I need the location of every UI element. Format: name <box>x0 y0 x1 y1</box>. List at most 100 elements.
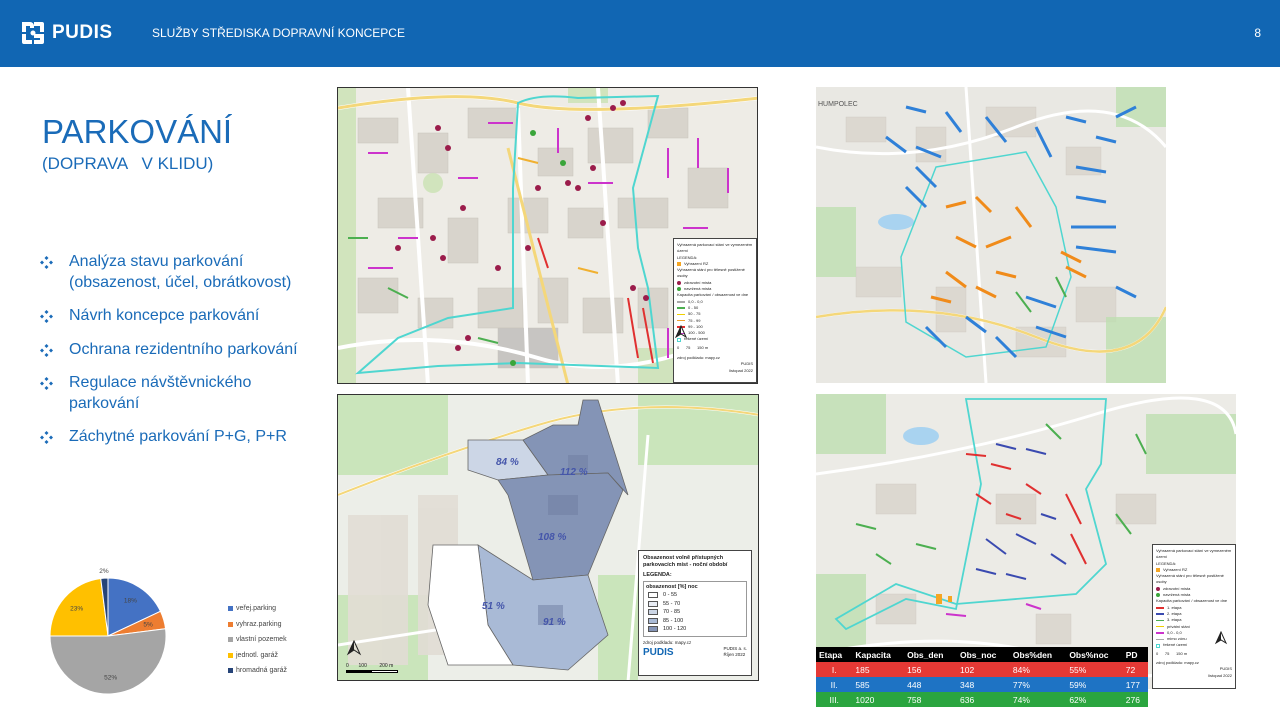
parking-map-stages: Vyhrazená parkovací stání ve vymezeném ú… <box>816 394 1236 689</box>
pie-legend-item: veřej.parking <box>228 601 287 617</box>
legend-swatch <box>228 621 233 627</box>
table-cell: 84% <box>1009 662 1067 677</box>
table-cell: 74% <box>1009 692 1067 707</box>
table-cell: 348 <box>957 677 1010 692</box>
diamond-bullet-icon <box>40 343 53 357</box>
table-cell: III. <box>816 692 853 707</box>
occupancy-label: 91 % <box>543 617 566 628</box>
table-cell: 276 <box>1122 692 1148 707</box>
legend-label: veřej.parking <box>236 605 277 613</box>
legend-date: listopad 2022 <box>729 367 753 373</box>
header-title: SLUŽBY STŘEDISKA DOPRAVNÍ KONCEPCE <box>152 26 405 40</box>
occupancy-legend: Obsazenost volně přístupných parkovacích… <box>638 550 752 676</box>
table-cell: 77% <box>1009 677 1067 692</box>
table-row: I. 185 156 102 84% 55% 72 <box>816 662 1148 677</box>
diamond-bullet-icon <box>40 377 53 390</box>
table-cell: 1020 <box>852 692 905 707</box>
table-header-row: Etapa Kapacita Obs_den Obs_noc Obs%den O… <box>816 647 1148 662</box>
legend-line: Vyhrazená stání pro tělesně postižené os… <box>1156 573 1224 585</box>
pie-legend-item: vyhraz.parking <box>228 617 287 633</box>
occupancy-label: 84 % <box>496 457 519 468</box>
pie-slice-label: 18% <box>124 598 137 605</box>
pie-chart-svg: 18% 5% 52% 23% 2% <box>49 568 167 695</box>
bullet-text: Ochrana rezidentního parkování <box>69 340 298 358</box>
table-row: III. 1020 758 636 74% 62% 276 <box>816 692 1148 707</box>
pie-slice-label: 23% <box>70 605 83 612</box>
table-cell: II. <box>816 677 853 692</box>
table-cell: 185 <box>852 662 905 677</box>
brand-name: PUDIS <box>52 22 113 43</box>
bullet-item: Analýza stavu parkování (obsazenost, úče… <box>40 252 300 293</box>
table-cell: 72 <box>1122 662 1148 677</box>
legend-date: listopad 2022 <box>1208 672 1232 678</box>
table-cell: 636 <box>957 692 1010 707</box>
legend-scale: 0 75 150 m <box>677 344 709 350</box>
table-header-cell: Obs%den <box>1009 647 1067 662</box>
parking-map-town: HUMPOLEC <box>816 87 1166 383</box>
legend-label: vlastní pozemek <box>236 636 287 644</box>
pie-slice <box>49 628 167 695</box>
map4-legend: Vyhrazená parkovací stání ve vymezeném ú… <box>1152 544 1236 689</box>
table-cell: 758 <box>904 692 957 707</box>
occupancy-map-night: 84 % 112 % 108 % 51 % 91 % Obsazenost vo… <box>337 394 759 681</box>
company-block: PUDIS a. s. Říjen 2022 <box>723 645 747 657</box>
table-cell: I. <box>816 662 853 677</box>
occupancy-label: 108 % <box>538 532 567 543</box>
bullet-list: Analýza stavu parkování (obsazenost, úče… <box>40 252 300 461</box>
table-header-cell: Obs%noc <box>1066 647 1123 662</box>
pie-slice-label: 2% <box>99 568 109 575</box>
parking-map-day: Vyhrazená parkovací stání ve vymezeném ú… <box>337 87 758 384</box>
pie-legend-item: hromadná garáž <box>228 663 287 679</box>
bullet-item: Ochrana rezidentního parkování <box>40 340 300 361</box>
slide-title: PARKOVÁNÍ <box>42 113 233 150</box>
pudis-logo-icon <box>22 22 44 44</box>
legend-class: 85 - 100 <box>646 617 744 626</box>
slide-subtitle: (DOPRAVA V KLIDU) <box>42 154 214 173</box>
occupancy-label: 112 % <box>560 467 588 478</box>
table-cell: 177 <box>1122 677 1148 692</box>
legend-line: Vyhrazená parkovací stání ve vymezeném ú… <box>1156 548 1232 560</box>
legend-scale: 0 75 150 m <box>1156 650 1188 656</box>
legend-label: vyhraz.parking <box>236 620 282 628</box>
pie-legend-item: vlastní pozemek <box>228 632 287 648</box>
pudis-logo: PUDIS <box>20 20 113 46</box>
legend-class: 55 - 70 <box>646 600 744 609</box>
legend-line: Vyhrazená parkovací stání ve vymezeném ú… <box>677 242 753 254</box>
table-header-cell: Obs_noc <box>957 647 1010 662</box>
bullet-item: Regulace návštěvnického parkování <box>40 373 300 414</box>
legend-swatch <box>228 668 233 674</box>
legend-swatch <box>228 637 233 643</box>
table-cell: 448 <box>904 677 957 692</box>
occupancy-label: 51 % <box>482 601 505 612</box>
table-cell: 585 <box>852 677 905 692</box>
table-header-cell: Kapacita <box>852 647 905 662</box>
legend-label: hromadná garáž <box>236 667 287 675</box>
legend-sub: LEGENDA: <box>643 572 672 578</box>
table-header-cell: Etapa <box>816 647 853 662</box>
north-arrow-icon <box>346 640 362 656</box>
legend-swatch <box>228 652 233 658</box>
table-row: II. 585 448 348 77% 59% 177 <box>816 677 1148 692</box>
bullet-text: Záchytné parkování P+G, P+R <box>69 428 287 445</box>
pie-legend: veřej.parking vyhraz.parking vlastní pozem… <box>228 601 287 679</box>
legend-box: obsazenost [%] noc 0 - 55 55 - 70 70 - 8… <box>643 581 747 637</box>
table-cell: 102 <box>957 662 1010 677</box>
table-header-cell: Obs_den <box>904 647 957 662</box>
legend-head: obsazenost [%] noc <box>646 584 698 590</box>
diamond-bullet-icon <box>40 310 53 323</box>
diamond-bullet-icon <box>40 256 53 269</box>
north-arrow-icon <box>1214 631 1228 645</box>
bullet-text: Regulace návštěvnického parkování <box>69 374 252 412</box>
legend-line: Vyhrazená stání pro tělesně postižené os… <box>677 267 745 279</box>
table-cell: 55% <box>1066 662 1123 677</box>
stages-table: Etapa Kapacita Obs_den Obs_noc Obs%den O… <box>816 647 1148 707</box>
pie-slice-label: 52% <box>104 675 117 682</box>
pie-legend-item: jednotl. garáž <box>228 648 287 664</box>
brand-label: PUDIS <box>643 646 674 658</box>
diamond-bullet-icon <box>40 431 53 444</box>
map-base <box>816 87 1166 383</box>
page-number: 8 <box>1254 26 1261 40</box>
header-bar: PUDIS SLUŽBY STŘEDISKA DOPRAVNÍ KONCEPCE… <box>0 0 1280 67</box>
legend-class: 0 - 55 <box>646 591 744 600</box>
table-cell: 59% <box>1066 677 1123 692</box>
